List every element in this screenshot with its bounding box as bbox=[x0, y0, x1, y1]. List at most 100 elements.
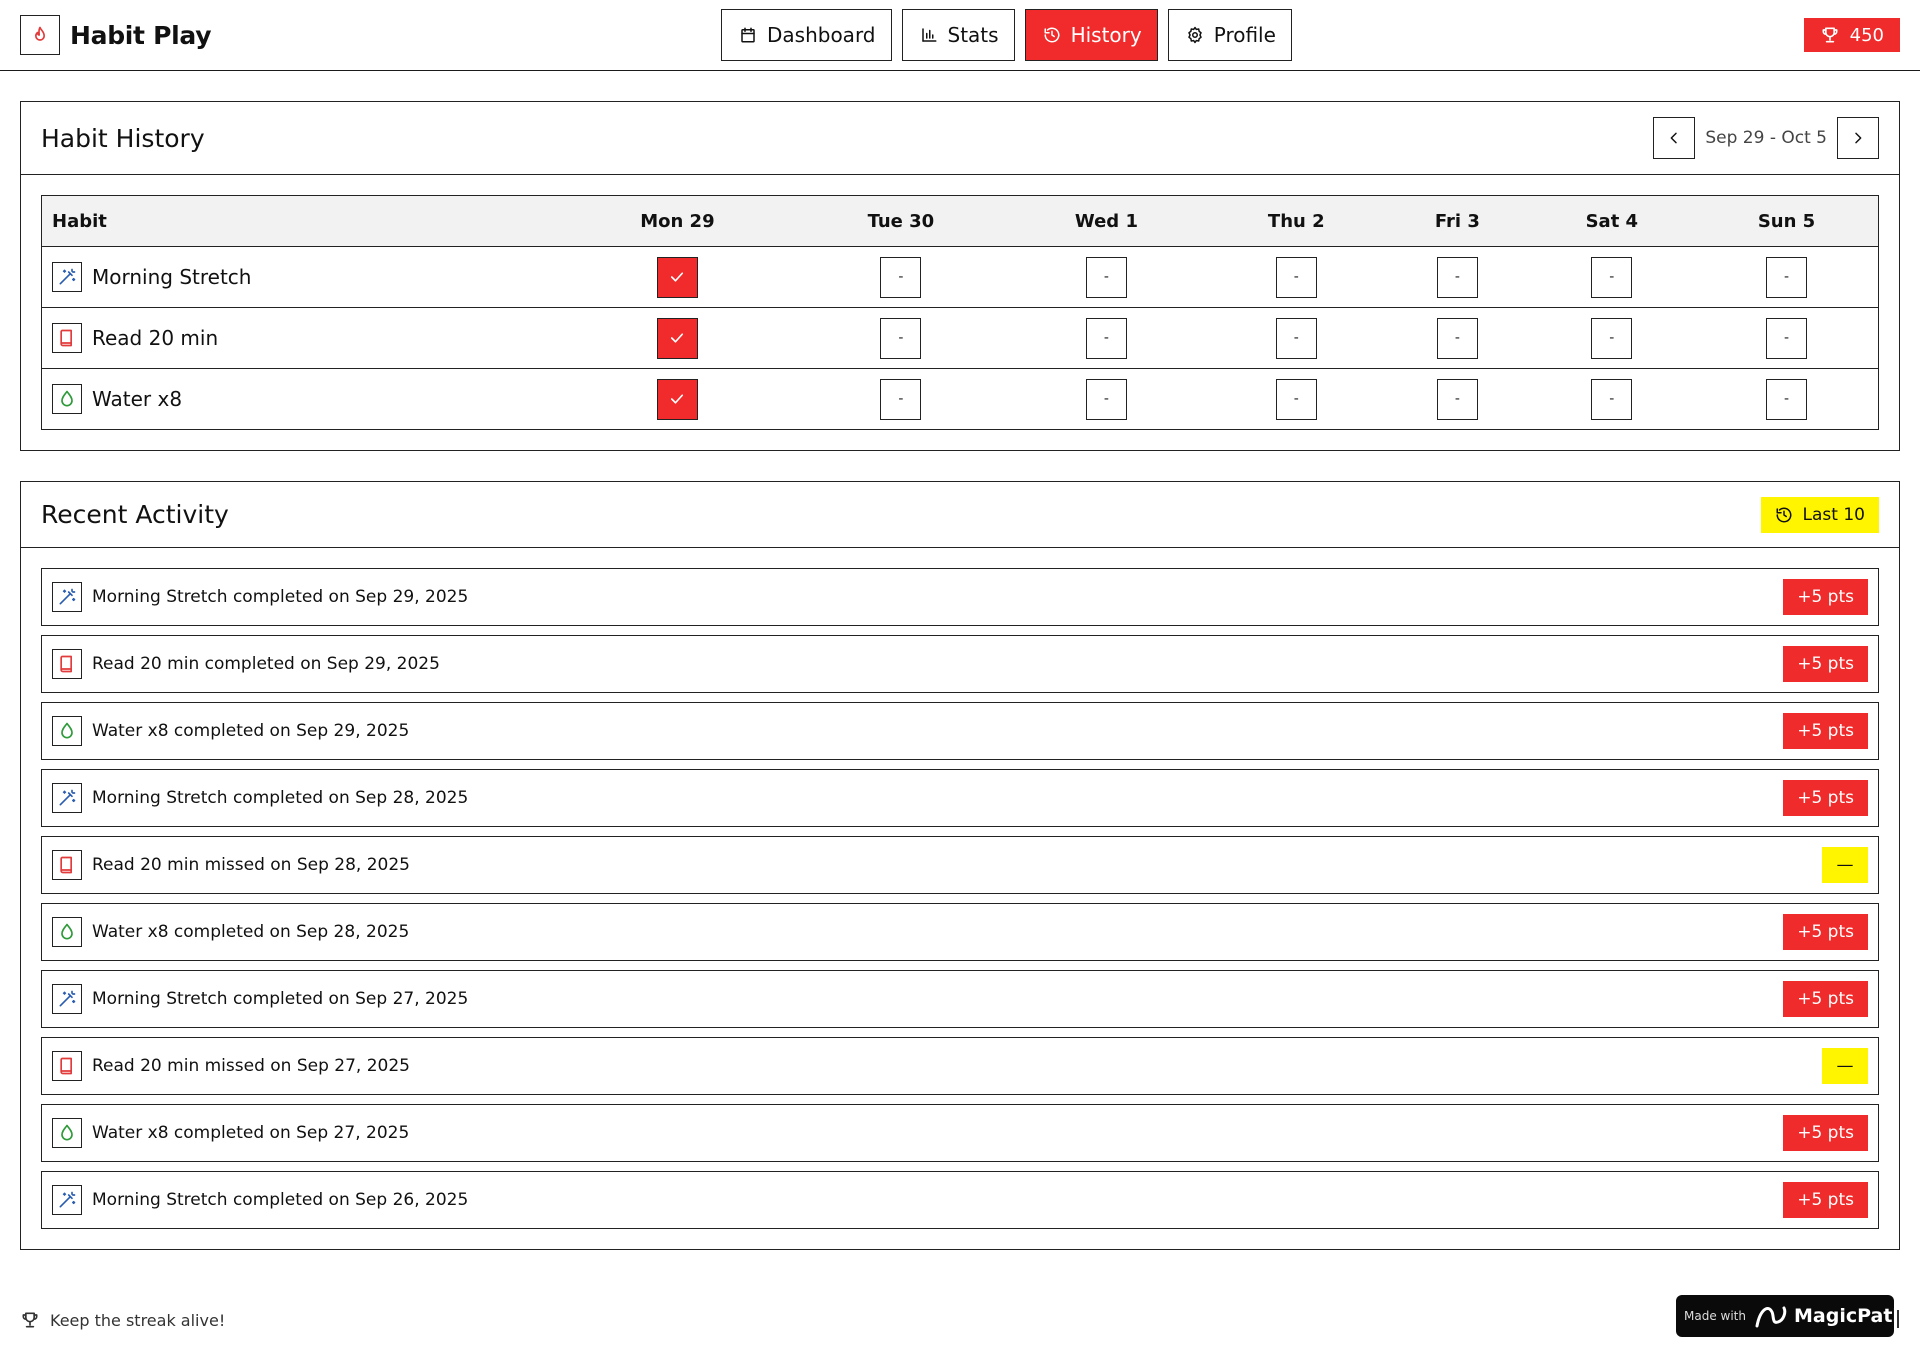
day-checkbox-empty[interactable]: - bbox=[1766, 256, 1808, 298]
day-checkbox-checked[interactable] bbox=[656, 317, 698, 359]
activity-text: Water x8 completed on Sep 28, 2025 bbox=[92, 922, 410, 942]
activity-left: Morning Stretch completed on Sep 29, 202… bbox=[52, 582, 468, 612]
day-checkbox-empty[interactable]: - bbox=[1591, 317, 1633, 359]
activity-left: Water x8 completed on Sep 29, 2025 bbox=[52, 716, 409, 746]
column-header-day: Sat 4 bbox=[1528, 195, 1696, 247]
day-cell: - bbox=[795, 369, 1006, 430]
nav-dashboard-label: Dashboard bbox=[767, 23, 876, 47]
day-checkbox-checked[interactable] bbox=[656, 256, 698, 298]
list-item: Water x8 completed on Sep 27, 2025 +5 pts bbox=[41, 1104, 1879, 1162]
missed-badge: — bbox=[1822, 1048, 1868, 1084]
habit-cell: Morning Stretch bbox=[41, 246, 560, 308]
list-item: Read 20 min missed on Sep 27, 2025 — bbox=[41, 1037, 1879, 1095]
trophy-icon bbox=[1820, 25, 1840, 45]
column-header-day: Thu 2 bbox=[1206, 195, 1387, 247]
habit-table-wrap: Habit Mon 29 Tue 30 Wed 1 Thu 2 Fri 3 Sa… bbox=[21, 175, 1899, 450]
day-checkbox-empty[interactable]: - bbox=[1766, 378, 1808, 420]
chevron-left-icon bbox=[1670, 132, 1678, 144]
trophy-icon bbox=[20, 1310, 40, 1330]
prev-week-button[interactable] bbox=[1653, 117, 1696, 159]
day-checkbox-empty[interactable]: - bbox=[1275, 378, 1317, 420]
made-with-badge[interactable]: Made with MagicPath bbox=[1676, 1295, 1906, 1337]
activity-text: Morning Stretch completed on Sep 29, 202… bbox=[92, 587, 469, 607]
book-icon bbox=[52, 323, 82, 353]
next-week-button[interactable] bbox=[1837, 117, 1879, 159]
habit-name: Water x8 bbox=[92, 387, 183, 411]
day-checkbox-empty[interactable]: - bbox=[1436, 378, 1478, 420]
made-with-brand: MagicPath bbox=[1793, 1305, 1906, 1327]
activity-text: Read 20 min completed on Sep 29, 2025 bbox=[92, 654, 440, 674]
day-checkbox-empty[interactable]: - bbox=[1436, 256, 1478, 298]
wand-icon bbox=[52, 1185, 82, 1215]
day-checkbox-empty[interactable]: - bbox=[880, 317, 922, 359]
footer-text: Keep the streak alive! bbox=[50, 1310, 226, 1330]
points-earned-badge: +5 pts bbox=[1783, 981, 1868, 1017]
day-checkbox-empty[interactable]: - bbox=[1766, 317, 1808, 359]
list-item: Water x8 completed on Sep 29, 2025 +5 pts bbox=[41, 702, 1879, 760]
day-cell bbox=[560, 369, 796, 430]
nav-dashboard-button[interactable]: Dashboard bbox=[721, 9, 892, 61]
book-icon bbox=[52, 850, 82, 880]
day-checkbox-empty[interactable]: - bbox=[1085, 317, 1127, 359]
calendar-icon bbox=[739, 26, 757, 44]
last-10-filter-button[interactable]: Last 10 bbox=[1760, 496, 1879, 533]
nav-profile-button[interactable]: Profile bbox=[1167, 9, 1292, 61]
activity-text: Morning Stretch completed on Sep 26, 202… bbox=[92, 1190, 469, 1210]
list-item: Morning Stretch completed on Sep 29, 202… bbox=[41, 568, 1879, 626]
points-badge[interactable]: 450 bbox=[1803, 18, 1900, 52]
day-checkbox-empty[interactable]: - bbox=[1591, 378, 1633, 420]
activity-left: Water x8 completed on Sep 27, 2025 bbox=[52, 1118, 409, 1148]
day-checkbox-empty[interactable]: - bbox=[880, 378, 922, 420]
gear-icon bbox=[1186, 26, 1204, 44]
column-header-day: Fri 3 bbox=[1386, 195, 1529, 247]
droplet-icon bbox=[52, 384, 82, 414]
habit-name-wrap: Read 20 min bbox=[52, 323, 560, 353]
text-cursor bbox=[1897, 1310, 1899, 1328]
flame-icon bbox=[20, 15, 60, 55]
habit-history-table: Habit Mon 29 Tue 30 Wed 1 Thu 2 Fri 3 Sa… bbox=[41, 195, 1879, 430]
day-cell: - bbox=[1386, 246, 1529, 308]
activity-text: Read 20 min missed on Sep 27, 2025 bbox=[92, 1056, 410, 1076]
magicpath-logo-icon bbox=[1754, 1302, 1790, 1330]
brand[interactable]: Habit Play bbox=[20, 15, 212, 55]
day-cell: - bbox=[1695, 307, 1879, 369]
day-checkbox-empty[interactable]: - bbox=[880, 256, 922, 298]
day-checkbox-empty[interactable]: - bbox=[1085, 256, 1127, 298]
day-checkbox-empty[interactable]: - bbox=[1275, 256, 1317, 298]
column-header-day: Mon 29 bbox=[559, 195, 796, 247]
activity-left: Read 20 min completed on Sep 29, 2025 bbox=[52, 649, 440, 679]
activity-text: Water x8 completed on Sep 29, 2025 bbox=[92, 721, 410, 741]
day-cell bbox=[559, 307, 796, 369]
activity-left: Morning Stretch completed on Sep 28, 202… bbox=[52, 783, 468, 813]
history-icon bbox=[1775, 506, 1793, 524]
points-earned-badge: +5 pts bbox=[1783, 1115, 1868, 1151]
activity-left: Read 20 min missed on Sep 28, 2025 bbox=[52, 850, 410, 880]
check-icon bbox=[671, 272, 684, 282]
habit-table-body: Morning Stretch - - - - - - Read 20 min - - - - - - Wa… bbox=[41, 246, 1879, 430]
activity-text: Read 20 min missed on Sep 28, 2025 bbox=[92, 855, 410, 875]
habit-name-wrap: Water x8 bbox=[52, 384, 560, 414]
day-cell: - bbox=[1386, 369, 1529, 430]
made-with-prefix: Made with bbox=[1684, 1309, 1746, 1323]
bar-chart-icon bbox=[920, 26, 938, 44]
list-item: Read 20 min missed on Sep 28, 2025 — bbox=[41, 836, 1879, 894]
nav-profile-label: Profile bbox=[1213, 23, 1276, 47]
nav-history-button[interactable]: History bbox=[1024, 9, 1158, 61]
day-checkbox-checked[interactable] bbox=[656, 378, 698, 420]
nav-stats-button[interactable]: Stats bbox=[901, 9, 1015, 61]
wand-icon bbox=[52, 783, 82, 813]
table-row: Read 20 min - - - - - - bbox=[41, 307, 1879, 369]
points-value: 450 bbox=[1849, 24, 1884, 46]
column-header-day: Wed 1 bbox=[1006, 195, 1207, 247]
footer: Keep the streak alive! bbox=[20, 1310, 225, 1330]
last-10-label: Last 10 bbox=[1802, 504, 1865, 525]
activity-text: Water x8 completed on Sep 27, 2025 bbox=[92, 1123, 410, 1143]
day-checkbox-empty[interactable]: - bbox=[1591, 256, 1633, 298]
day-checkbox-empty[interactable]: - bbox=[1275, 317, 1317, 359]
missed-badge: — bbox=[1822, 847, 1868, 883]
habit-name: Read 20 min bbox=[92, 326, 219, 350]
day-checkbox-empty[interactable]: - bbox=[1085, 378, 1127, 420]
day-checkbox-empty[interactable]: - bbox=[1436, 317, 1478, 359]
day-cell: - bbox=[1006, 246, 1207, 308]
day-cell: - bbox=[1386, 307, 1529, 369]
